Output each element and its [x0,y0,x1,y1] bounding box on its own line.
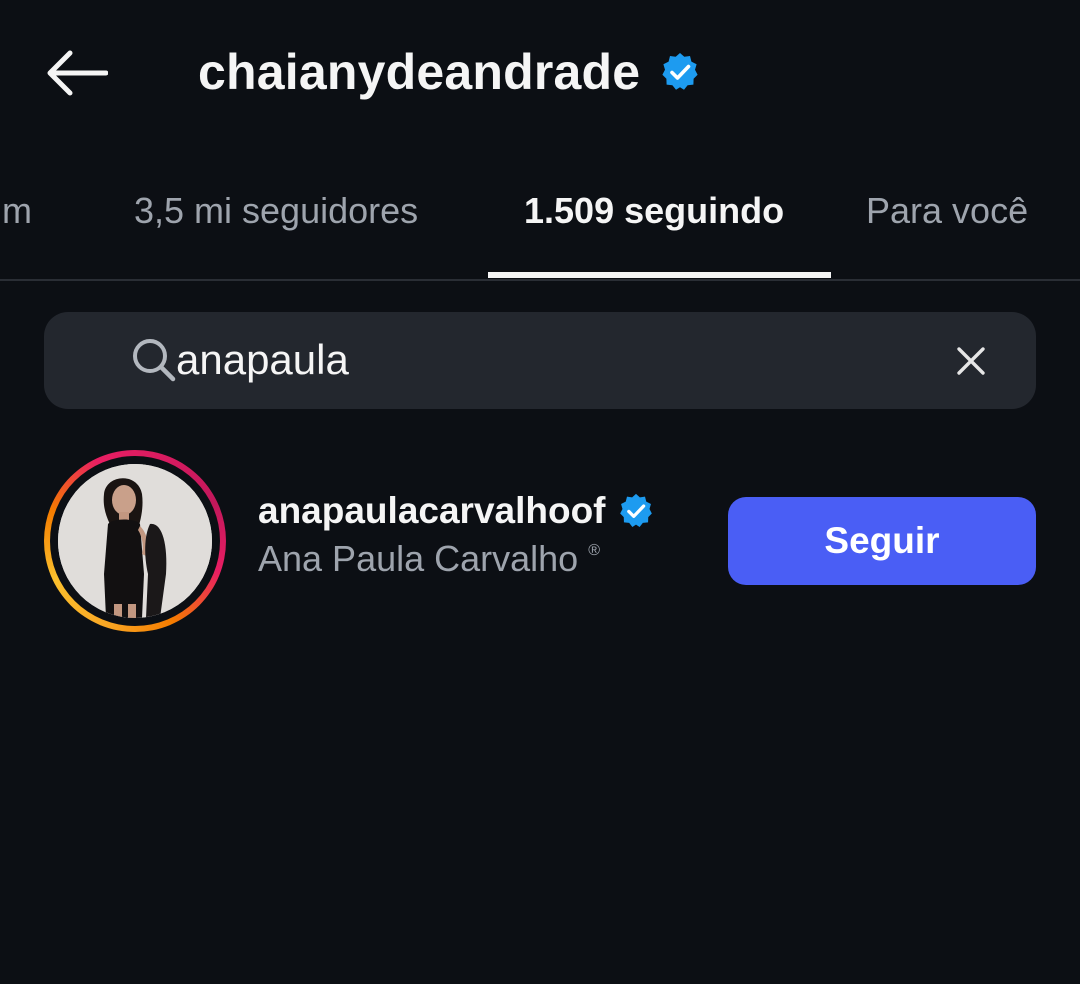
result-user-info: anapaulacarvalhoof Ana Paula Carvalho ® [258,488,654,582]
verified-badge-icon [618,493,654,529]
tab-for-you[interactable]: Para você [866,190,1028,232]
tab-partial-left[interactable]: um [0,190,32,232]
tab-divider [0,279,1080,281]
arrow-left-icon [47,50,108,96]
tab-following[interactable]: 1.509 seguindo [524,190,784,232]
profile-title: chaianydeandrade [198,38,700,106]
top-bar: chaianydeandrade [0,0,1080,140]
tab-bar: um 3,5 mi seguidores 1.509 seguindo Para… [0,170,1080,280]
tab-followers[interactable]: 3,5 mi seguidores [134,190,418,232]
avatar [58,464,212,618]
result-full-name: Ana Paula Carvalho [258,538,579,579]
result-username: anapaulacarvalhoof [258,490,606,531]
follow-button[interactable]: Seguir [728,497,1036,585]
search-icon [133,339,176,382]
active-tab-indicator [488,272,831,278]
search-input[interactable] [176,332,936,388]
clear-search-button[interactable] [948,338,994,384]
profile-username: chaianydeandrade [198,44,641,100]
back-button[interactable] [40,42,112,104]
registered-mark: ® [588,542,600,559]
search-bar [44,312,1036,409]
verified-badge-icon [660,52,700,92]
close-icon [957,347,985,375]
search-result-row[interactable]: anapaulacarvalhoof Ana Paula Carvalho ® … [0,440,1080,640]
story-ring[interactable] [44,450,226,632]
